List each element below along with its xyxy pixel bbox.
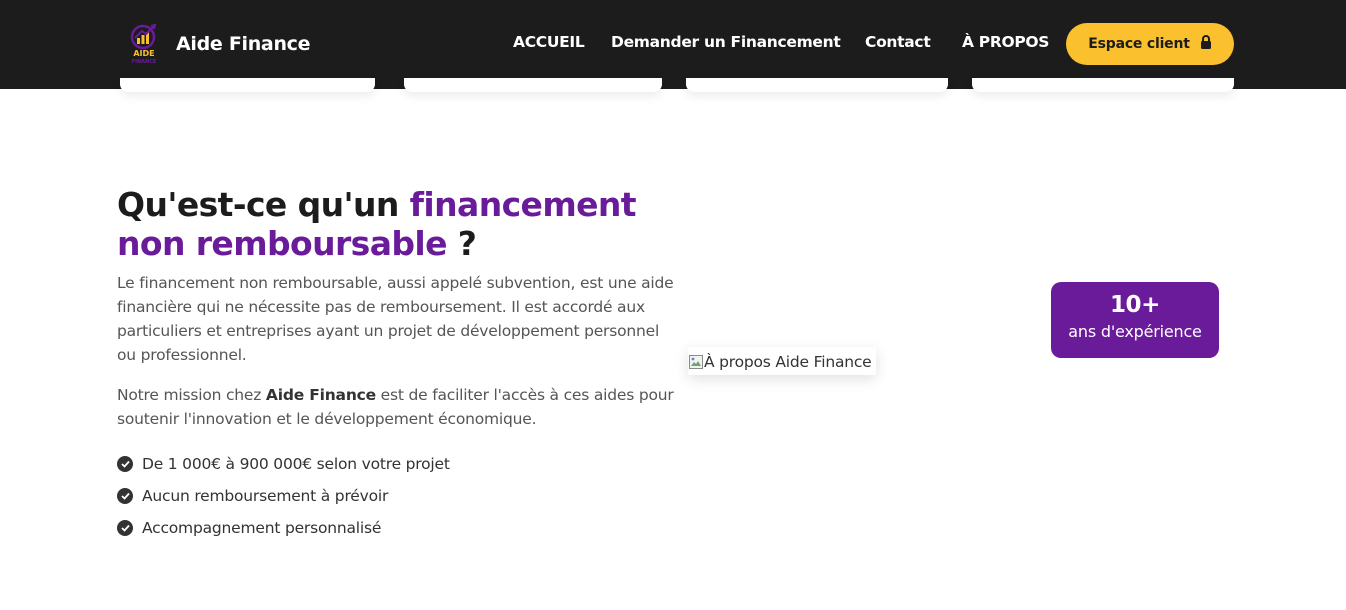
section-title: Qu'est-ce qu'un financement non rembours… <box>117 185 677 263</box>
lock-icon <box>1200 35 1212 53</box>
nav-link-accueil[interactable]: ACCUEIL <box>513 33 585 51</box>
card-shadow <box>686 78 948 92</box>
check-circle-icon <box>117 520 133 536</box>
image-alt-text: À propos Aide Finance <box>704 353 872 371</box>
mission-brand: Aide Finance <box>265 386 376 404</box>
espace-client-button[interactable]: Espace client <box>1066 23 1234 65</box>
card-shadow <box>404 78 662 92</box>
nav-link-contact[interactable]: Contact <box>865 33 931 51</box>
espace-client-label: Espace client <box>1088 36 1190 52</box>
feature-item: De 1 000€ à 900 000€ selon votre projet <box>117 448 450 480</box>
experience-number: 10+ <box>1109 292 1161 318</box>
nav-link-a-propos[interactable]: À PROPOS <box>962 33 1049 51</box>
title-question-mark: ? <box>446 224 477 263</box>
check-circle-icon <box>117 488 133 504</box>
card-shadow <box>120 78 375 92</box>
title-text: Qu'est-ce qu'un <box>117 185 410 224</box>
site-header: AIDE FINANCE Aide Finance ACCUEIL Demand… <box>0 0 1346 89</box>
feature-label: Aucun remboursement à prévoir <box>142 487 389 505</box>
broken-image-icon <box>688 354 704 370</box>
svg-text:FINANCE: FINANCE <box>132 59 157 65</box>
mission-text: Notre mission chez <box>117 386 266 404</box>
mission-paragraph: Notre mission chez Aide Finance est de f… <box>117 383 677 431</box>
feature-item: Aucun remboursement à prévoir <box>117 480 450 512</box>
nav-link-demander-financement[interactable]: Demander un Financement <box>611 33 841 51</box>
intro-paragraph: Le financement non remboursable, aussi a… <box>117 274 674 364</box>
feature-label: De 1 000€ à 900 000€ selon votre projet <box>142 455 450 473</box>
experience-label: ans d'expérience <box>1068 322 1202 341</box>
card-shadow <box>972 78 1234 92</box>
about-image: À propos Aide Finance <box>688 347 876 375</box>
features-list: De 1 000€ à 900 000€ selon votre projet … <box>117 448 450 544</box>
check-circle-icon <box>117 456 133 472</box>
feature-label: Accompagnement personnalisé <box>142 519 382 537</box>
feature-item: Accompagnement personnalisé <box>117 512 450 544</box>
experience-badge: 10+ ans d'expérience <box>1051 282 1219 358</box>
